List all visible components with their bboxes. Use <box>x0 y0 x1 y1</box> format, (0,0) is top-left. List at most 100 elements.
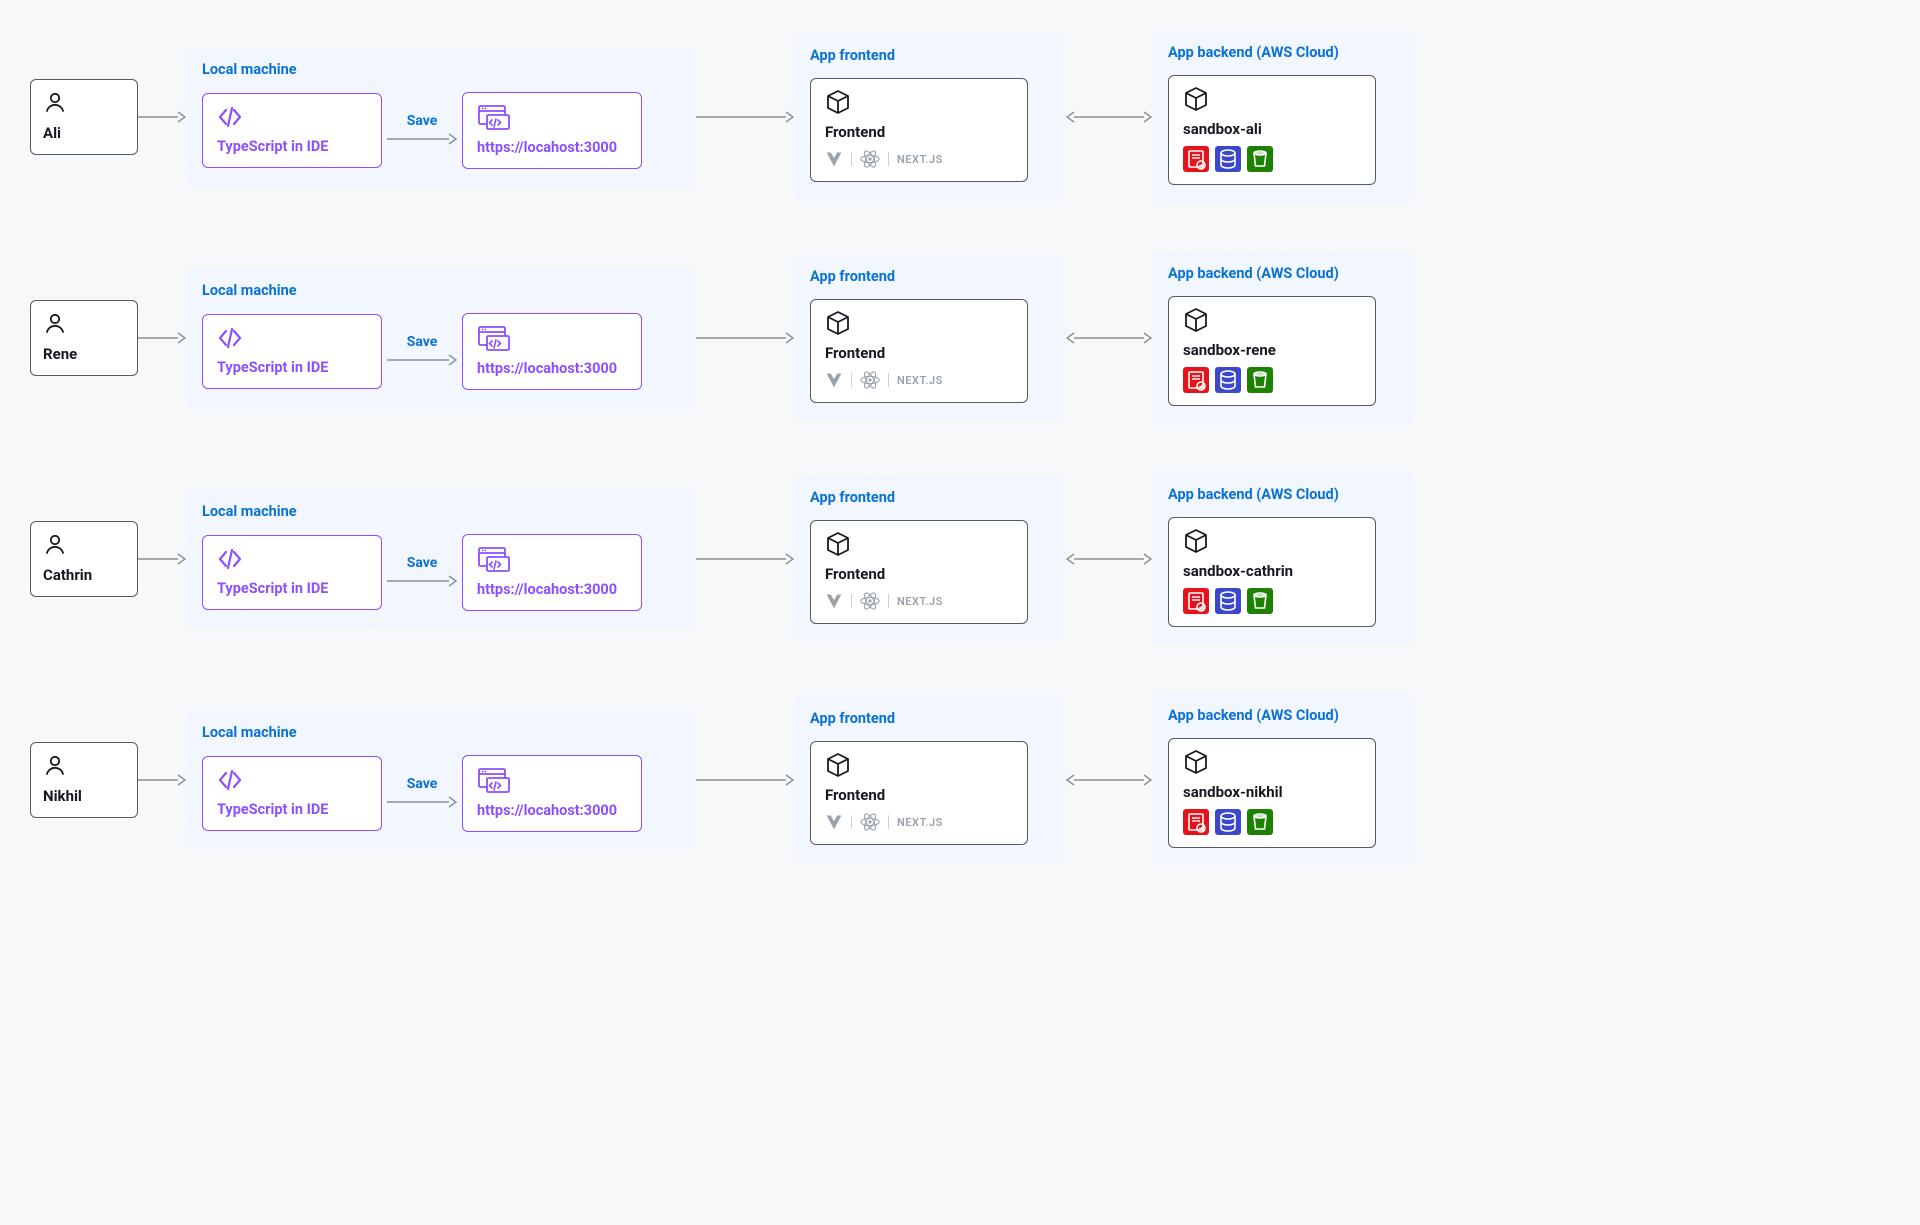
person-icon <box>43 90 67 114</box>
ide-label: TypeScript in IDE <box>217 580 367 597</box>
sandbox-name: sandbox-ali <box>1183 120 1361 138</box>
localhost-node: https://locahost:3000 <box>462 92 642 169</box>
cube-icon <box>825 531 851 557</box>
s3-service-icon <box>1247 146 1273 172</box>
cube-icon <box>1183 528 1209 554</box>
group-title: Local machine <box>202 724 680 741</box>
cube-icon <box>1183 307 1209 333</box>
framework-icons: NEXT.JS <box>825 149 1013 169</box>
local-machine-group: Local machine TypeScript in IDE Save htt… <box>186 47 696 187</box>
vue-icon <box>825 813 843 831</box>
ide-node: TypeScript in IDE <box>202 314 382 389</box>
s3-service-icon <box>1247 588 1273 614</box>
user-name: Ali <box>43 124 125 142</box>
ide-node: TypeScript in IDE <box>202 756 382 831</box>
react-icon <box>860 591 880 611</box>
group-title: App frontend <box>810 710 1050 727</box>
save-arrow: Save <box>382 776 462 810</box>
app-backend-group: App backend (AWS Cloud) sandbox-nikhil <box>1152 693 1414 866</box>
vue-icon <box>825 592 843 610</box>
frontend-node: Frontend NEXT.JS <box>810 78 1028 182</box>
react-icon <box>860 149 880 169</box>
sandbox-node: sandbox-ali <box>1168 75 1376 185</box>
sandbox-name: sandbox-nikhil <box>1183 783 1361 801</box>
save-arrow: Save <box>382 113 462 147</box>
save-label: Save <box>407 555 438 571</box>
code-icon <box>217 104 243 130</box>
group-title: App backend (AWS Cloud) <box>1168 44 1398 61</box>
react-icon <box>860 370 880 390</box>
user-node: Rene <box>30 300 138 376</box>
person-icon <box>43 311 67 335</box>
frontend-label: Frontend <box>825 344 1013 362</box>
s3-service-icon <box>1247 367 1273 393</box>
group-title: App frontend <box>810 489 1050 506</box>
group-title: App backend (AWS Cloud) <box>1168 707 1398 724</box>
app-frontend-group: App frontend Frontend NEXT.JS <box>794 254 1066 421</box>
localhost-node: https://locahost:3000 <box>462 534 642 611</box>
browser-code-icon <box>477 545 511 573</box>
diagram-row: Ali Local machine TypeScript in IDE Save <box>30 30 1890 203</box>
user-node: Ali <box>30 79 138 155</box>
ide-label: TypeScript in IDE <box>217 359 367 376</box>
service-icons <box>1183 146 1361 172</box>
localhost-url: https://locahost:3000 <box>477 139 627 156</box>
app-backend-group: App backend (AWS Cloud) sandbox-ali <box>1152 30 1414 203</box>
s3-service-icon <box>1247 809 1273 835</box>
user-node: Nikhil <box>30 742 138 818</box>
sandbox-node: sandbox-rene <box>1168 296 1376 406</box>
localhost-url: https://locahost:3000 <box>477 360 627 377</box>
browser-code-icon <box>477 766 511 794</box>
dynamodb-service-icon <box>1215 809 1241 835</box>
group-title: App frontend <box>810 268 1050 285</box>
react-icon <box>860 812 880 832</box>
ide-label: TypeScript in IDE <box>217 138 367 155</box>
person-icon <box>43 532 67 556</box>
localhost-url: https://locahost:3000 <box>477 802 627 819</box>
frontend-node: Frontend NEXT.JS <box>810 520 1028 624</box>
cube-icon <box>825 752 851 778</box>
frontend-label: Frontend <box>825 786 1013 804</box>
dynamodb-service-icon <box>1215 367 1241 393</box>
user-node: Cathrin <box>30 521 138 597</box>
amplify-service-icon <box>1183 146 1209 172</box>
amplify-service-icon <box>1183 809 1209 835</box>
diagram-row: Rene Local machine TypeScript in IDE Sav… <box>30 251 1890 424</box>
ide-node: TypeScript in IDE <box>202 535 382 610</box>
cube-icon <box>825 89 851 115</box>
app-backend-group: App backend (AWS Cloud) sandbox-rene <box>1152 251 1414 424</box>
localhost-url: https://locahost:3000 <box>477 581 627 598</box>
group-title: Local machine <box>202 282 680 299</box>
sandbox-name: sandbox-cathrin <box>1183 562 1361 580</box>
save-label: Save <box>407 334 438 350</box>
local-machine-group: Local machine TypeScript in IDE Save htt… <box>186 489 696 629</box>
save-label: Save <box>407 113 438 129</box>
framework-icons: NEXT.JS <box>825 812 1013 832</box>
nextjs-label: NEXT.JS <box>897 153 943 166</box>
group-title: Local machine <box>202 61 680 78</box>
save-label: Save <box>407 776 438 792</box>
cube-icon <box>1183 749 1209 775</box>
sandbox-node: sandbox-cathrin <box>1168 517 1376 627</box>
user-name: Cathrin <box>43 566 125 584</box>
browser-code-icon <box>477 324 511 352</box>
ide-node: TypeScript in IDE <box>202 93 382 168</box>
nextjs-label: NEXT.JS <box>897 816 943 829</box>
ide-label: TypeScript in IDE <box>217 801 367 818</box>
dynamodb-service-icon <box>1215 146 1241 172</box>
user-name: Nikhil <box>43 787 125 805</box>
vue-icon <box>825 371 843 389</box>
frontend-label: Frontend <box>825 565 1013 583</box>
app-frontend-group: App frontend Frontend NEXT.JS <box>794 475 1066 642</box>
framework-icons: NEXT.JS <box>825 370 1013 390</box>
cube-icon <box>825 310 851 336</box>
code-icon <box>217 325 243 351</box>
service-icons <box>1183 588 1361 614</box>
app-frontend-group: App frontend Frontend NEXT.JS <box>794 33 1066 200</box>
app-backend-group: App backend (AWS Cloud) sandbox-cathrin <box>1152 472 1414 645</box>
local-machine-group: Local machine TypeScript in IDE Save htt… <box>186 710 696 850</box>
localhost-node: https://locahost:3000 <box>462 755 642 832</box>
local-machine-group: Local machine TypeScript in IDE Save htt… <box>186 268 696 408</box>
amplify-service-icon <box>1183 588 1209 614</box>
diagram-row: Cathrin Local machine TypeScript in IDE … <box>30 472 1890 645</box>
